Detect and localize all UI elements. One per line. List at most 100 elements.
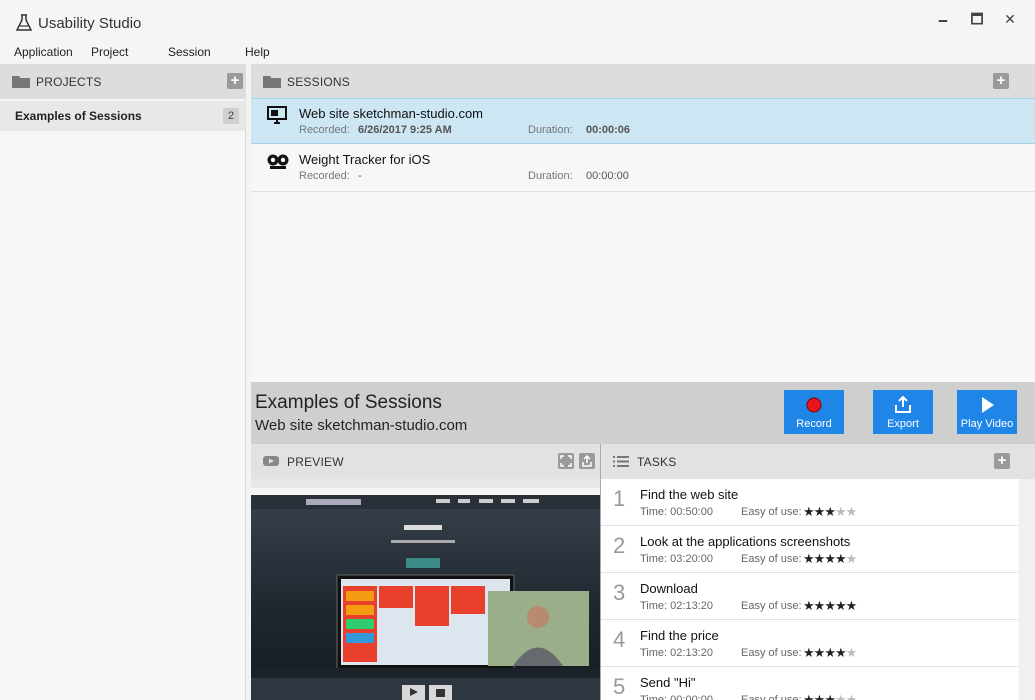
star-icon[interactable]: ★: [824, 692, 836, 700]
task-name: Look at the applications screenshots: [640, 534, 851, 549]
preview-export-icon[interactable]: [579, 453, 595, 469]
task-row[interactable]: 1 Find the web site Time: 00:50:00 Easy of …: [601, 479, 1018, 526]
menu-help[interactable]: Help: [245, 45, 270, 59]
star-icon[interactable]: ★: [814, 504, 826, 519]
star-icon[interactable]: ★: [846, 598, 858, 613]
task-ease-label: Easy of use:: [741, 600, 802, 612]
video-frame-image: [251, 479, 600, 700]
recorded-value: 6/26/2017 9:25 AM: [358, 124, 452, 136]
close-button[interactable]: ✕: [995, 8, 1025, 30]
star-icon[interactable]: ★: [814, 692, 826, 700]
task-time: Time: 03:20:00: [640, 553, 713, 565]
flask-logo-icon: [16, 14, 32, 31]
star-icon[interactable]: ★: [846, 645, 858, 660]
detail-session-title: Web site sketchman-studio.com: [255, 417, 468, 434]
minimize-button[interactable]: 🗕: [928, 8, 958, 30]
task-number: 4: [613, 627, 626, 652]
projects-header: PROJECTS +: [0, 64, 245, 99]
duration-label: Duration:: [528, 124, 573, 136]
project-item[interactable]: Examples of Sessions 2: [0, 101, 245, 131]
fullscreen-icon[interactable]: [558, 453, 574, 469]
monitor-icon: [267, 106, 287, 124]
star-icon[interactable]: ★: [824, 504, 836, 519]
task-time: Time: 02:13:20: [640, 600, 713, 612]
project-name: Examples of Sessions: [15, 109, 142, 123]
export-button[interactable]: Export: [873, 390, 933, 434]
star-icon[interactable]: ★: [835, 692, 847, 700]
star-icon[interactable]: ★: [814, 645, 826, 660]
sessions-header-label: SESSIONS: [287, 75, 350, 89]
star-icon[interactable]: ★: [824, 645, 836, 660]
star-rating[interactable]: ★★★★★: [803, 645, 858, 661]
task-ease-label: Easy of use:: [741, 694, 802, 700]
webcam-icon: [267, 154, 289, 169]
play-icon: [982, 397, 994, 413]
detail-project-title: Examples of Sessions: [255, 392, 442, 413]
add-task-button[interactable]: +: [994, 453, 1010, 469]
star-icon[interactable]: ★: [846, 504, 858, 519]
star-icon[interactable]: ★: [846, 692, 858, 700]
star-icon[interactable]: ★: [835, 504, 847, 519]
task-number: 5: [613, 674, 626, 699]
star-icon[interactable]: ★: [814, 551, 826, 566]
star-icon[interactable]: ★: [803, 598, 815, 613]
task-time: Time: 00:50:00: [640, 506, 713, 518]
session-row[interactable]: Web site sketchman-studio.com Recorded: …: [251, 98, 1035, 144]
session-row[interactable]: Weight Tracker for iOS Recorded: - Durat…: [251, 145, 1035, 191]
menu-bar: Application Project Session Help: [0, 40, 1035, 64]
divider: [251, 191, 1035, 192]
duration-value: 00:00:00: [586, 170, 629, 182]
menu-project[interactable]: Project: [91, 45, 128, 59]
task-row[interactable]: 4 Find the price Time: 02:13:20 Easy of use…: [601, 620, 1018, 667]
star-icon[interactable]: ★: [814, 598, 826, 613]
star-icon[interactable]: ★: [835, 598, 847, 613]
video-preview[interactable]: [251, 479, 600, 700]
preview-panel: PREVIEW: [251, 444, 600, 700]
scrollbar[interactable]: [1019, 479, 1035, 700]
task-name: Find the price: [640, 628, 719, 643]
project-count-badge: 2: [223, 108, 239, 124]
maximize-button[interactable]: 🗖: [962, 8, 992, 30]
menu-application[interactable]: Application: [14, 45, 73, 59]
task-name: Find the web site: [640, 487, 739, 502]
star-icon[interactable]: ★: [803, 645, 815, 660]
task-ease-label: Easy of use:: [741, 506, 802, 518]
add-session-button[interactable]: +: [993, 73, 1009, 89]
task-name: Download: [640, 581, 698, 596]
task-name: Send "Hi": [640, 675, 696, 690]
task-row[interactable]: 2 Look at the applications screenshots Tim…: [601, 526, 1018, 573]
add-project-button[interactable]: +: [227, 73, 243, 89]
recorded-label: Recorded:: [299, 124, 350, 136]
task-row[interactable]: 3 Download Time: 02:13:20 Easy of use: ★★★★★: [601, 573, 1018, 620]
recorded-value: -: [358, 170, 362, 182]
title-bar: Usability Studio 🗕 🗖 ✕: [0, 0, 1035, 40]
star-icon[interactable]: ★: [824, 598, 836, 613]
star-icon[interactable]: ★: [835, 551, 847, 566]
menu-session[interactable]: Session: [168, 45, 211, 59]
folder-icon: [263, 76, 281, 88]
record-label: Record: [796, 418, 832, 430]
star-icon[interactable]: ★: [803, 692, 815, 700]
task-number: 1: [613, 486, 626, 511]
projects-header-label: PROJECTS: [36, 75, 102, 89]
play-video-button[interactable]: Play Video: [957, 390, 1017, 434]
star-rating[interactable]: ★★★★★: [803, 598, 858, 614]
app-title: Usability Studio: [38, 15, 142, 32]
task-row[interactable]: 5 Send "Hi" Time: 00:00:00 Easy of use: ★★★★…: [601, 667, 1018, 700]
star-icon[interactable]: ★: [835, 645, 847, 660]
list-icon: [613, 456, 629, 467]
recorded-label: Recorded:: [299, 170, 350, 182]
star-icon[interactable]: ★: [846, 551, 858, 566]
star-rating[interactable]: ★★★★★: [803, 551, 858, 567]
folder-icon: [12, 76, 30, 88]
star-rating[interactable]: ★★★★★: [803, 504, 858, 520]
star-icon[interactable]: ★: [824, 551, 836, 566]
star-icon[interactable]: ★: [803, 551, 815, 566]
star-rating[interactable]: ★★★★★: [803, 692, 858, 700]
record-button[interactable]: Record: [784, 390, 844, 434]
preview-header: PREVIEW: [251, 444, 600, 479]
session-detail-bar: Examples of Sessions Web site sketchman-…: [251, 382, 1035, 444]
star-icon[interactable]: ★: [803, 504, 815, 519]
task-time: Time: 02:13:20: [640, 647, 713, 659]
task-ease-label: Easy of use:: [741, 647, 802, 659]
